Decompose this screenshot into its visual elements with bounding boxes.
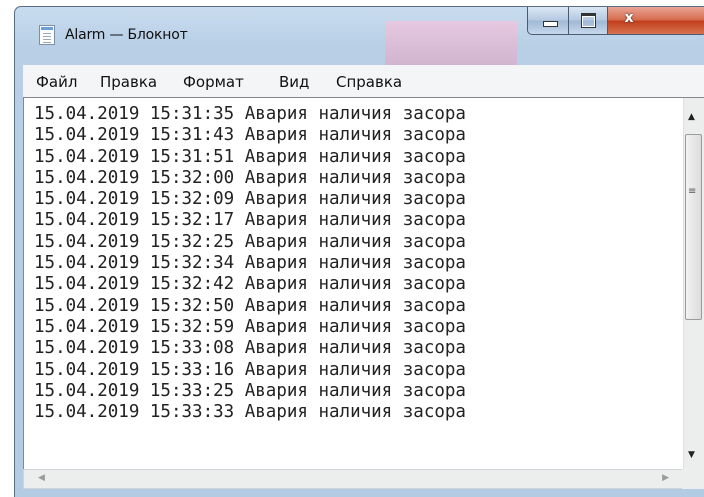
menu-edit[interactable]: Правка — [100, 73, 157, 91]
text-line: 15.04.2019 15:32:50 Авария наличия засор… — [34, 295, 466, 316]
close-button[interactable]: x — [607, 7, 704, 35]
minimize-button[interactable] — [527, 7, 569, 35]
menu-help[interactable]: Справка — [336, 73, 402, 91]
text-line: 15.04.2019 15:32:34 Авария наличия засор… — [34, 253, 466, 274]
text-line: 15.04.2019 15:32:25 Авария наличия засор… — [34, 231, 466, 252]
notepad-window: Alarm — Блокнот x Файл Правка Формат Вид… — [14, 6, 704, 497]
document-text[interactable]: 15.04.2019 15:31:35 Авария наличия засор… — [34, 104, 466, 423]
menu-bar: Файл Правка Формат Вид Справка — [23, 65, 704, 98]
menu-file[interactable]: Файл — [36, 73, 77, 91]
title-bar[interactable]: Alarm — Блокнот x — [15, 7, 704, 67]
text-line: 15.04.2019 15:33:33 Авария наличия засор… — [34, 402, 466, 423]
text-line: 15.04.2019 15:33:08 Авария наличия засор… — [34, 338, 466, 359]
text-line: 15.04.2019 15:31:35 Авария наличия засор… — [34, 104, 466, 124]
text-line: 15.04.2019 15:31:51 Авария наличия засор… — [34, 146, 466, 167]
scroll-left-arrow-icon[interactable]: ◀ — [38, 473, 45, 483]
title-bar-glow — [385, 21, 517, 67]
scroll-down-arrow-icon[interactable]: ▼ — [688, 450, 695, 460]
vertical-scroll-thumb[interactable] — [685, 134, 702, 320]
text-line: 15.04.2019 15:33:16 Авария наличия засор… — [34, 359, 466, 380]
text-line: 15.04.2019 15:33:25 Авария наличия засор… — [34, 380, 466, 401]
text-line: 15.04.2019 15:32:42 Авария наличия засор… — [34, 274, 466, 295]
maximize-button[interactable] — [568, 7, 608, 35]
text-line: 15.04.2019 15:32:17 Авария наличия засор… — [34, 210, 466, 231]
window-title: Alarm — Блокнот — [65, 27, 188, 43]
menu-format[interactable]: Формат — [183, 73, 244, 91]
window-controls: x — [527, 7, 704, 37]
notepad-icon[interactable] — [39, 25, 55, 45]
maximize-icon — [581, 13, 596, 28]
close-icon: x — [624, 10, 634, 26]
text-line: 15.04.2019 15:32:00 Авария наличия засор… — [34, 167, 466, 188]
size-grip-icon[interactable] — [682, 469, 704, 489]
scroll-grip-icon: ≡ — [688, 186, 697, 197]
scroll-up-arrow-icon[interactable]: ▲ — [688, 112, 695, 122]
text-line: 15.04.2019 15:31:43 Авария наличия засор… — [34, 125, 466, 146]
minimize-icon — [543, 21, 558, 27]
menu-view[interactable]: Вид — [279, 73, 309, 91]
text-line: 15.04.2019 15:32:09 Авария наличия засор… — [34, 189, 466, 210]
horizontal-scrollbar[interactable]: ◀ ▶ — [23, 469, 704, 489]
scroll-right-arrow-icon[interactable]: ▶ — [662, 473, 669, 483]
text-editor[interactable]: 15.04.2019 15:31:35 Авария наличия засор… — [23, 97, 704, 471]
text-line: 15.04.2019 15:32:59 Авария наличия засор… — [34, 316, 466, 337]
vertical-scrollbar[interactable]: ▲ ≡ ▼ — [683, 98, 704, 470]
